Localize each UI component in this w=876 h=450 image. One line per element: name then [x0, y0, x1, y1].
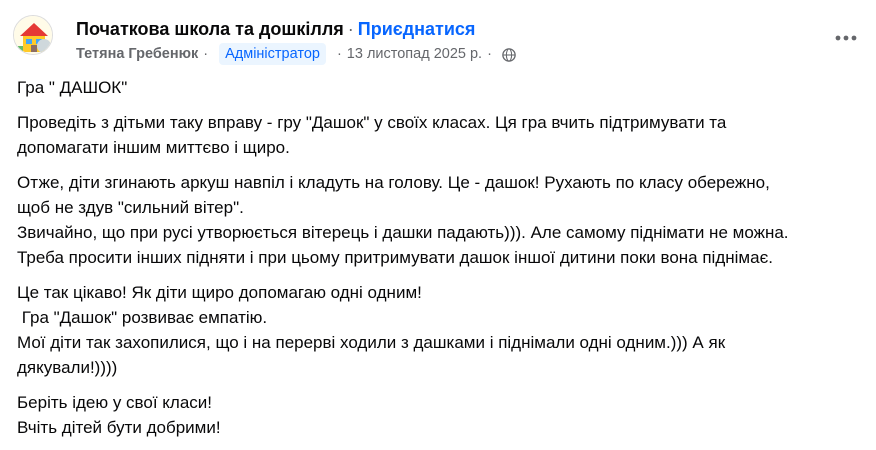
text-line: дякували!)))) — [17, 358, 118, 377]
facebook-group-post: Початкова школа та дошкілля · Приєднатися … — [0, 0, 876, 448]
post-paragraph-4: Беріть ідею у свої класи! Вчіть дітей бу… — [17, 390, 862, 440]
header-separator: · — [347, 19, 354, 39]
text-line: Це так цікаво! Як діти щиро допомагаю од… — [17, 283, 422, 302]
more-options-button[interactable] — [832, 28, 860, 48]
school-building-icon — [14, 16, 52, 54]
text-line: Гра "Дашок" розвиває емпатію. — [17, 308, 268, 327]
privacy-separator: · — [487, 46, 492, 62]
author-separator: · — [203, 46, 209, 62]
text-line: Отже, діти згинають аркуш навпіл і кладу… — [17, 173, 770, 192]
globe-icon[interactable] — [502, 47, 516, 62]
post-header-title: Початкова школа та дошкілля · Приєднатися — [76, 18, 475, 40]
post-body: Гра " ДАШОК" Проведіть з дітьми таку впр… — [17, 75, 862, 450]
text-line: Звичайно, що при русі утворюється вітере… — [17, 223, 789, 242]
post-date-link[interactable]: 13 листопад 2025 р. — [347, 43, 482, 65]
text-line: допомагати іншим миттєво і щиро. — [17, 138, 290, 157]
date-separator: · — [336, 46, 342, 62]
group-name-link[interactable]: Початкова школа та дошкілля — [76, 19, 344, 39]
post-paragraph-3: Це так цікаво! Як діти щиро допомагаю од… — [17, 280, 862, 380]
group-avatar[interactable] — [13, 15, 53, 55]
text-line: Треба просити інших підняти і при цьому … — [17, 248, 773, 267]
admin-role-badge[interactable]: Адміністратор — [219, 43, 326, 65]
text-line: Проведіть з дітьми таку вправу - гру "Да… — [17, 113, 727, 132]
text-line: Вчіть дітей бути добрими! — [17, 418, 221, 437]
text-line: Беріть ідею у свої класи! — [17, 393, 213, 412]
post-paragraph-1: Проведіть з дітьми таку вправу - гру "Да… — [17, 110, 862, 160]
author-name-link[interactable]: Тетяна Гребенюк — [76, 43, 198, 65]
post-title: Гра " ДАШОК" — [17, 78, 128, 97]
text-line: Мої діти так захопилися, що і на перерві… — [17, 333, 726, 352]
post-paragraph-2: Отже, діти згинають аркуш навпіл і кладу… — [17, 170, 862, 270]
text-line: щоб не здув "сильний вітер". — [17, 198, 244, 217]
more-horizontal-icon — [835, 35, 857, 41]
join-group-button[interactable]: Приєднатися — [358, 19, 476, 39]
post-meta: Тетяна Гребенюк · Адміністратор · 13 лис… — [76, 43, 516, 65]
